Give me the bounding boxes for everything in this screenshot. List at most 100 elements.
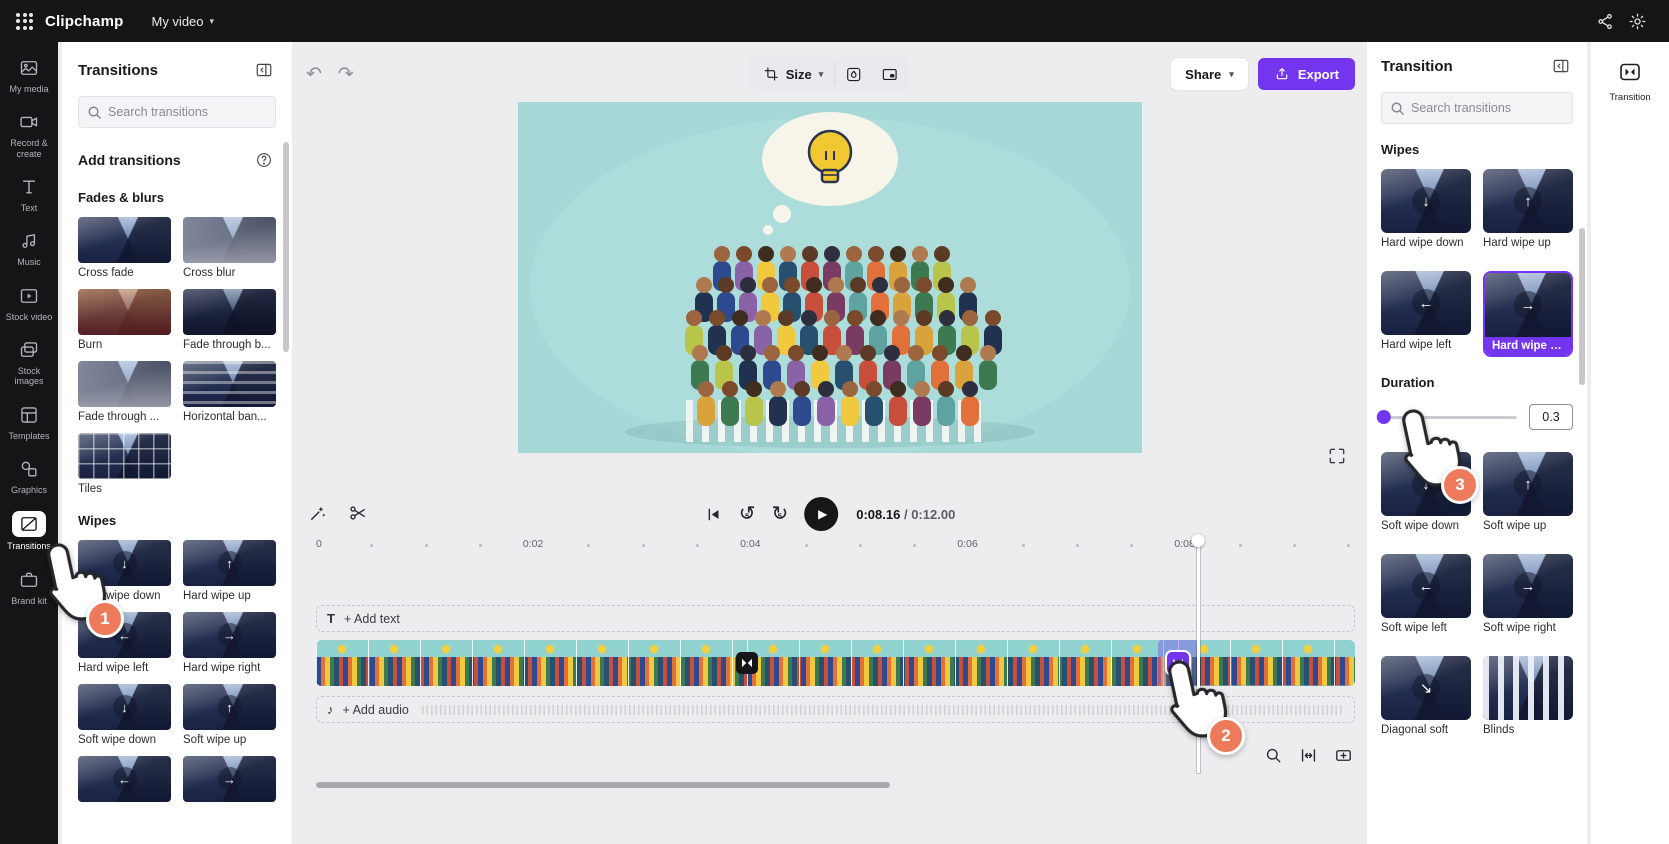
sidebar-item-music[interactable]: Music: [1, 221, 58, 275]
transition-tile-hard-wipe-up[interactable]: ↑ Hard wipe up: [183, 540, 276, 602]
transition-option-hard-wipe-up[interactable]: ↑ Hard wipe up: [1483, 169, 1573, 249]
add-scene-icon[interactable]: [1334, 746, 1353, 768]
transition-marker-icon[interactable]: [736, 652, 759, 674]
play-button[interactable]: ▶: [804, 497, 839, 531]
collapse-panel-icon[interactable]: [252, 58, 276, 82]
collapse-panel-icon[interactable]: [1549, 54, 1573, 78]
wipes-options-grid: ↓ Hard wipe down ↑ Hard wipe up ← Hard w…: [1381, 169, 1573, 357]
search-icon: [88, 106, 101, 119]
canvas-tools: Size ▾: [748, 57, 911, 91]
sidebar-item-label: Stock video: [5, 311, 53, 322]
sidebar-item-templates[interactable]: Templates: [1, 395, 58, 449]
music-note-icon: [14, 229, 44, 253]
project-name-menu[interactable]: My video ▾: [151, 14, 214, 29]
fit-to-screen-icon[interactable]: [1299, 746, 1318, 768]
transition-tile-fade-through-black[interactable]: Fade through b...: [183, 289, 276, 351]
preview-illustration: [517, 102, 1142, 453]
transition-tile-partial[interactable]: ←: [78, 756, 171, 802]
step-3-badge: 3: [1441, 466, 1479, 504]
background-color-button[interactable]: [835, 60, 871, 88]
wipes-group-title: Wipes: [1381, 142, 1420, 157]
chevron-down-icon: ▾: [1229, 68, 1234, 79]
redo-button[interactable]: ↷: [338, 65, 354, 84]
transition-thumbnail: ←: [1381, 271, 1471, 335]
transition-option-blinds[interactable]: Blinds: [1483, 656, 1573, 736]
transition-option-hard-wipe-right-selected[interactable]: → Hard wipe right: [1483, 271, 1573, 357]
connections-icon[interactable]: [1589, 6, 1621, 36]
scissors-split-icon[interactable]: [348, 503, 368, 526]
transition-tile-horizontal-bands[interactable]: Horizontal ban...: [183, 361, 276, 423]
settings-gear-icon[interactable]: [1621, 6, 1653, 36]
clipchamp-app: Clipchamp My video ▾ My media Record & c…: [0, 0, 1669, 844]
transition-thumbnail: →: [183, 756, 276, 802]
transition-option-soft-wipe-right[interactable]: → Soft wipe right: [1483, 554, 1573, 634]
sidebar-item-stock-images[interactable]: Stock images: [1, 330, 58, 395]
sidebar-item-record-create[interactable]: Record & create: [1, 102, 58, 167]
export-button[interactable]: Export: [1257, 58, 1355, 90]
transition-tile-cross-fade[interactable]: Cross fade: [78, 217, 171, 279]
arrow-up-icon: ↑: [226, 555, 233, 571]
transition-option-hard-wipe-down[interactable]: ↓ Hard wipe down: [1381, 169, 1471, 249]
panel-scrollbar[interactable]: [1579, 228, 1585, 385]
arrow-down-icon: ↓: [121, 699, 128, 715]
transition-tile-cross-blur[interactable]: Cross blur: [183, 217, 276, 279]
transition-thumbnail: [78, 289, 171, 335]
sidebar-item-label: Graphics: [10, 485, 47, 496]
search-transitions-box: [1381, 92, 1573, 124]
rewind-5-seconds-icon[interactable]: ↺ 5: [739, 504, 756, 524]
sidebar-item-label: Templates: [8, 430, 50, 441]
video-preview[interactable]: [517, 102, 1142, 453]
transition-thumbnail: →: [1485, 273, 1571, 337]
undo-button[interactable]: ↶: [306, 65, 322, 84]
timeline-horizontal-scrollbar[interactable]: [316, 782, 891, 788]
help-icon[interactable]: [252, 148, 276, 172]
search-transitions-input[interactable]: [108, 105, 267, 119]
graphics-shapes-icon: [14, 457, 44, 481]
transition-tile-hard-wipe-right[interactable]: → Hard wipe right: [183, 612, 276, 674]
app-launcher-icon[interactable]: [16, 12, 33, 30]
templates-icon: [14, 403, 44, 427]
arrow-up-icon: ↑: [226, 699, 233, 715]
panel-title: Transitions: [78, 61, 159, 79]
current-time: 0:08.16: [856, 506, 901, 522]
wipes-group-title: Wipes: [78, 513, 117, 528]
transition-thumbnail: ←: [78, 756, 171, 802]
direction-circle: →: [217, 623, 242, 647]
playhead-handle[interactable]: [1191, 534, 1205, 547]
video-clip[interactable]: [316, 640, 748, 686]
picture-in-picture-button[interactable]: [871, 60, 907, 88]
search-transitions-box: [78, 96, 276, 128]
search-transitions-input[interactable]: [1411, 101, 1564, 115]
arrow-right-icon: →: [223, 627, 236, 643]
transition-tile-partial[interactable]: →: [183, 756, 276, 802]
fullscreen-icon[interactable]: [1327, 446, 1347, 469]
transition-tile-burn[interactable]: Burn: [78, 289, 171, 351]
sidebar-item-graphics[interactable]: Graphics: [1, 449, 58, 503]
stock-images-icon: [14, 338, 44, 362]
forward-5-seconds-icon[interactable]: ↻ 5: [771, 504, 788, 524]
direction-circle: ↑: [217, 551, 242, 575]
size-button[interactable]: Size ▾: [752, 62, 836, 86]
magic-wand-icon[interactable]: [308, 503, 328, 526]
sidebar-item-stock-video[interactable]: Stock video: [1, 276, 58, 330]
transition-option-soft-wipe-left[interactable]: ← Soft wipe left: [1381, 554, 1471, 634]
rail-tab-transition[interactable]: Transition: [1603, 52, 1656, 111]
sidebar-item-my-media[interactable]: My media: [1, 48, 58, 102]
panel-scrollbar[interactable]: [283, 142, 289, 352]
playback-controls: ↺ 5 ↻ 5 ▶ 0:08.16 / 0:12.00: [298, 497, 1361, 531]
chevron-down-icon: ▾: [818, 68, 824, 79]
sidebar-item-label: My media: [9, 84, 49, 94]
transition-tile-soft-wipe-up[interactable]: ↑ Soft wipe up: [183, 684, 276, 746]
transition-option-hard-wipe-left[interactable]: ← Hard wipe left: [1381, 271, 1471, 357]
transition-tile-soft-wipe-down[interactable]: ↓ Soft wipe down: [78, 684, 171, 746]
duration-input[interactable]: [1529, 404, 1573, 430]
transition-option-diagonal-soft[interactable]: ↘ Diagonal soft: [1381, 656, 1471, 736]
transition-tile-fade-through-white[interactable]: Fade through ...: [78, 361, 171, 423]
skip-to-start-icon[interactable]: [704, 505, 723, 524]
sidebar-item-text[interactable]: Text: [1, 167, 58, 221]
video-clip[interactable]: [747, 640, 1179, 686]
transition-thumbnail: [183, 289, 276, 335]
share-button[interactable]: Share ▾: [1171, 58, 1248, 90]
arrow-down-right-icon: ↘: [1419, 679, 1433, 697]
transition-tile-tiles[interactable]: Tiles: [78, 433, 171, 495]
